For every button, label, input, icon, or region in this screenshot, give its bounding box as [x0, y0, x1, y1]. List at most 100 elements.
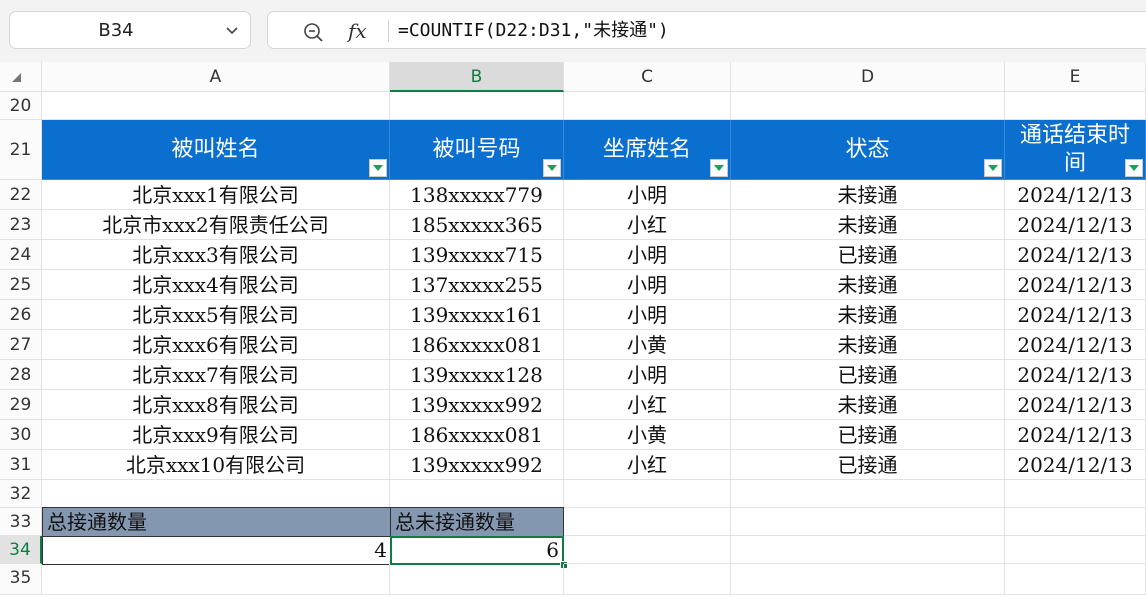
zoom-out-icon[interactable]	[302, 21, 324, 43]
chevron-down-icon[interactable]	[224, 22, 240, 38]
formula-input-box[interactable]: fx =COUNTIF(D22:D31,"未接通")	[267, 11, 1146, 49]
cell-e33[interactable]	[1005, 508, 1146, 536]
cell-c34[interactable]	[564, 536, 731, 564]
table-row-cell-status[interactable]: 未接通	[731, 180, 1005, 210]
table-row-cell-status[interactable]: 已接通	[731, 450, 1005, 480]
table-row-cell-agent[interactable]: 小红	[564, 450, 731, 480]
table-row-cell-phone[interactable]: 139xxxxx128	[390, 360, 564, 390]
table-row-cell-end-time[interactable]: 2024/12/13	[1005, 390, 1146, 420]
table-row-cell-agent[interactable]: 小黄	[564, 330, 731, 360]
row-header-24[interactable]: 24	[0, 240, 42, 270]
table-row-cell-end-time[interactable]: 2024/12/13	[1005, 180, 1146, 210]
table-row-cell-agent[interactable]: 小明	[564, 270, 731, 300]
table-row-cell-phone[interactable]: 185xxxxx365	[390, 210, 564, 240]
table-row-cell-status[interactable]: 已接通	[731, 420, 1005, 450]
table-row-cell-name[interactable]: 北京xxx5有限公司	[42, 300, 390, 330]
row-header-26[interactable]: 26	[0, 300, 42, 330]
table-row-cell-name[interactable]: 北京xxx1有限公司	[42, 180, 390, 210]
cell-d33[interactable]	[731, 508, 1005, 536]
table-row-cell-name[interactable]: 北京xxx10有限公司	[42, 450, 390, 480]
table-row-cell-status[interactable]: 未接通	[731, 300, 1005, 330]
table-row-cell-phone[interactable]: 138xxxxx779	[390, 180, 564, 210]
row-header-30[interactable]: 30	[0, 420, 42, 450]
table-row-cell-phone[interactable]: 139xxxxx161	[390, 300, 564, 330]
summary-connected-value[interactable]: 4	[42, 536, 391, 565]
table-row-cell-status[interactable]: 未接通	[731, 270, 1005, 300]
filter-dropdown-icon[interactable]	[543, 159, 561, 177]
table-row-cell-end-time[interactable]: 2024/12/13	[1005, 270, 1146, 300]
cell-e20[interactable]	[1005, 92, 1146, 120]
cell-c20[interactable]	[564, 92, 731, 120]
cell-a20[interactable]	[42, 92, 390, 120]
cell-e34[interactable]	[1005, 536, 1146, 564]
row-header-23[interactable]: 23	[0, 210, 42, 240]
table-row-cell-end-time[interactable]: 2024/12/13	[1005, 360, 1146, 390]
column-header-a[interactable]: A	[42, 62, 390, 92]
table-row-cell-status[interactable]: 未接通	[731, 390, 1005, 420]
cell-b32[interactable]	[390, 480, 564, 508]
summary-connected-label[interactable]: 总接通数量	[42, 507, 391, 537]
row-header-25[interactable]: 25	[0, 270, 42, 300]
table-row-cell-end-time[interactable]: 2024/12/13	[1005, 330, 1146, 360]
filter-dropdown-icon[interactable]	[984, 159, 1002, 177]
table-row-cell-phone[interactable]: 139xxxxx715	[390, 240, 564, 270]
table-row-cell-phone[interactable]: 137xxxxx255	[390, 270, 564, 300]
row-header-27[interactable]: 27	[0, 330, 42, 360]
summary-not-connected-label[interactable]: 总未接通数量	[390, 507, 564, 537]
table-row-cell-name[interactable]: 北京xxx6有限公司	[42, 330, 390, 360]
column-header-c[interactable]: C	[564, 62, 731, 92]
table-row-cell-end-time[interactable]: 2024/12/13	[1005, 210, 1146, 240]
cell-c35[interactable]	[564, 564, 731, 595]
select-all-triangle-icon[interactable]	[12, 73, 21, 82]
table-header-e[interactable]: 通话结束时 间	[1005, 120, 1146, 180]
row-header-34[interactable]: 34	[0, 536, 42, 564]
table-row-cell-phone[interactable]: 139xxxxx992	[390, 390, 564, 420]
filter-dropdown-icon[interactable]	[369, 159, 387, 177]
table-row-cell-status[interactable]: 已接通	[731, 240, 1005, 270]
cell-d20[interactable]	[731, 92, 1005, 120]
table-row-cell-agent[interactable]: 小黄	[564, 420, 731, 450]
row-header-28[interactable]: 28	[0, 360, 42, 390]
table-row-cell-name[interactable]: 北京xxx8有限公司	[42, 390, 390, 420]
cell-c32[interactable]	[564, 480, 731, 508]
cell-e35[interactable]	[1005, 564, 1146, 595]
cell-e32[interactable]	[1005, 480, 1146, 508]
table-row-cell-name[interactable]: 北京xxx9有限公司	[42, 420, 390, 450]
table-row-cell-phone[interactable]: 139xxxxx992	[390, 450, 564, 480]
filter-dropdown-icon[interactable]	[1125, 159, 1143, 177]
column-header-e[interactable]: E	[1005, 62, 1146, 92]
row-header-29[interactable]: 29	[0, 390, 42, 420]
cell-d32[interactable]	[731, 480, 1005, 508]
table-row-cell-agent[interactable]: 小红	[564, 210, 731, 240]
table-header-a[interactable]: 被叫姓名	[42, 120, 390, 180]
table-row-cell-agent[interactable]: 小明	[564, 360, 731, 390]
row-header-32[interactable]: 32	[0, 480, 42, 508]
cell-c33[interactable]	[564, 508, 731, 536]
column-header-b[interactable]: B	[390, 62, 564, 92]
table-row-cell-end-time[interactable]: 2024/12/13	[1005, 450, 1146, 480]
table-row-cell-agent[interactable]: 小明	[564, 180, 731, 210]
summary-not-connected-value[interactable]: 6	[390, 536, 564, 565]
row-header-21[interactable]: 21	[0, 120, 42, 180]
cell-d35[interactable]	[731, 564, 1005, 595]
table-row-cell-status[interactable]: 未接通	[731, 330, 1005, 360]
row-header-31[interactable]: 31	[0, 450, 42, 480]
cell-a35[interactable]	[42, 564, 390, 595]
table-header-c[interactable]: 坐席姓名	[564, 120, 731, 180]
table-row-cell-end-time[interactable]: 2024/12/13	[1005, 300, 1146, 330]
table-row-cell-end-time[interactable]: 2024/12/13	[1005, 420, 1146, 450]
table-row-cell-status[interactable]: 已接通	[731, 360, 1005, 390]
table-row-cell-agent[interactable]: 小明	[564, 300, 731, 330]
name-box[interactable]: B34	[9, 11, 251, 49]
filter-dropdown-icon[interactable]	[710, 159, 728, 177]
formula-text[interactable]: =COUNTIF(D22:D31,"未接通")	[398, 12, 669, 50]
row-header-20[interactable]: 20	[0, 92, 42, 120]
cell-b20[interactable]	[390, 92, 564, 120]
select-all-corner[interactable]	[0, 62, 42, 92]
cell-b35[interactable]	[390, 564, 564, 595]
table-header-d[interactable]: 状态	[731, 120, 1005, 180]
fx-icon[interactable]: fx	[348, 16, 367, 46]
table-row-cell-phone[interactable]: 186xxxxx081	[390, 420, 564, 450]
cell-d34[interactable]	[731, 536, 1005, 564]
table-row-cell-name[interactable]: 北京xxx3有限公司	[42, 240, 390, 270]
